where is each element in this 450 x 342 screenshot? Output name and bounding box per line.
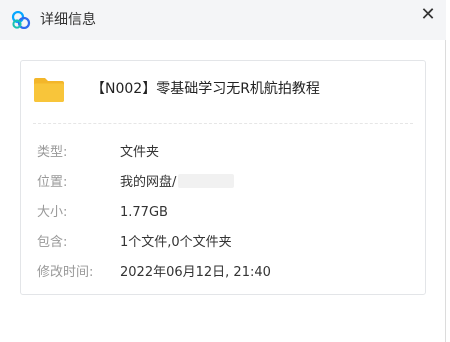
close-icon: ✕ — [420, 4, 436, 25]
details-card: 【N002】零基础学习无R机航拍教程 类型: 文件夹 位置: 我的网盘/ 大小:… — [20, 60, 426, 295]
title-bar: 详细信息 ✕ — [0, 0, 446, 40]
contains-label: 包含: — [37, 235, 68, 250]
size-label: 大小: — [37, 205, 68, 220]
details-dialog: 详细信息 ✕ 【N002】零基础学习无R机航拍教程 类型: 文件夹 位置: 我的… — [0, 0, 446, 342]
size-value: 1.77GB — [120, 205, 168, 220]
type-value: 文件夹 — [120, 145, 160, 160]
close-button[interactable]: ✕ — [416, 3, 440, 27]
type-label: 类型: — [37, 145, 68, 160]
dialog-title: 详细信息 — [40, 12, 96, 28]
location-value-wrap: 我的网盘/ — [120, 173, 235, 193]
folder-icon — [34, 78, 64, 102]
baidu-netdisk-logo-icon — [11, 11, 31, 29]
redacted-path — [178, 174, 235, 188]
contains-value: 1个文件,0个文件夹 — [120, 235, 232, 250]
file-name: 【N002】零基础学习无R机航拍教程 — [91, 81, 320, 97]
location-label: 位置: — [37, 175, 68, 190]
modified-label: 修改时间: — [37, 265, 94, 280]
location-value[interactable]: 我的网盘/ — [120, 175, 176, 190]
divider — [33, 123, 413, 124]
modified-value: 2022年06月12日, 21:40 — [120, 265, 271, 280]
